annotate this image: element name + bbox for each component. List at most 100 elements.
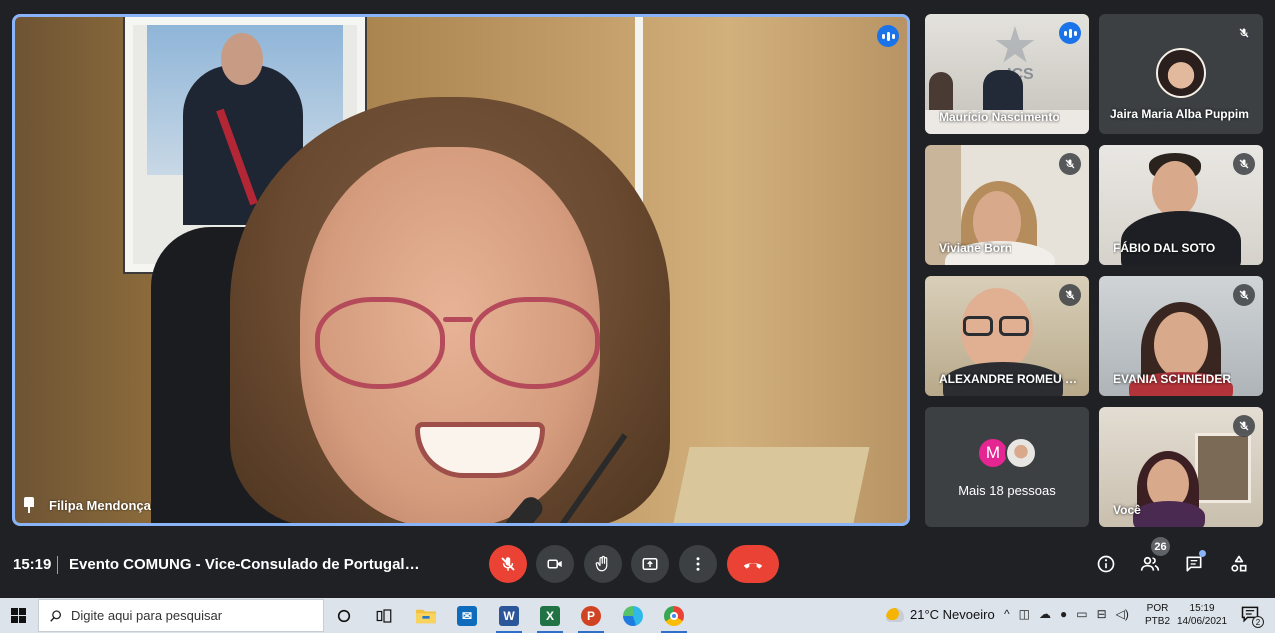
toggle-camera-button[interactable]: [536, 545, 574, 583]
search-placeholder: Digite aqui para pesquisar: [71, 608, 223, 623]
language-code: POR: [1146, 603, 1169, 614]
meeting-clock: 15:19: [13, 556, 52, 573]
hang-up-icon: [743, 563, 763, 569]
mic-off-icon: [501, 557, 515, 571]
chevron-up-icon[interactable]: ^: [1004, 607, 1010, 621]
pin-icon[interactable]: [23, 497, 35, 513]
participant-name: ALEXANDRE ROMEU LUIZ: [939, 372, 1081, 386]
participant-name: EVANIA SCHNEIDER: [1113, 372, 1232, 386]
chat-notification-dot: [1199, 550, 1206, 557]
toggle-mic-button[interactable]: [489, 545, 527, 583]
chrome-icon: [664, 605, 684, 626]
cortana-button[interactable]: [329, 602, 359, 629]
participant-name: Maurício Nascimento: [939, 110, 1060, 124]
task-view-icon: [376, 608, 392, 623]
main-participant-label: Filipa Mendonça: [23, 497, 151, 513]
person-clothes: [1133, 501, 1205, 527]
task-view-button[interactable]: [369, 602, 399, 629]
excel-icon: X: [540, 605, 560, 626]
keyboard-layout: PTB2: [1145, 616, 1171, 627]
file-explorer-icon: [416, 609, 436, 623]
chrome-button[interactable]: [659, 602, 689, 633]
mic-off-icon: [1233, 415, 1255, 437]
notification-center-button[interactable]: 2: [1240, 604, 1264, 628]
mail-button[interactable]: ✉: [452, 602, 482, 629]
people-icon: [1140, 556, 1160, 571]
leave-call-button[interactable]: [727, 545, 779, 583]
edge-button[interactable]: [618, 602, 648, 629]
onedrive-icon[interactable]: ☁: [1039, 607, 1051, 621]
start-button[interactable]: [0, 598, 36, 633]
cortana-icon: [337, 609, 351, 622]
hand-icon: [595, 555, 608, 572]
glasses-right-lens: [470, 297, 600, 389]
weather-text: 21°C Nevoeiro: [910, 607, 995, 622]
windows-logo-icon: [10, 608, 26, 623]
taskbar-date: 14/06/2021: [1177, 616, 1228, 627]
mic-off-icon: [1233, 284, 1255, 306]
search-icon: [50, 609, 62, 622]
file-explorer-button[interactable]: [411, 602, 441, 629]
weather-widget[interactable]: 21°C Nevoeiro: [886, 607, 995, 622]
mic-off-icon: [1059, 284, 1081, 306]
word-button[interactable]: W: [494, 602, 524, 633]
overflow-avatars: M: [977, 437, 1037, 469]
excel-button[interactable]: X: [535, 602, 565, 633]
activities-icon: [1231, 555, 1247, 572]
more-participants-tile[interactable]: M Mais 18 pessoas: [925, 407, 1089, 527]
activities-button[interactable]: [1226, 551, 1252, 577]
info-icon: [1097, 555, 1115, 573]
battery-icon[interactable]: ▭: [1076, 607, 1087, 621]
participant-name: Você: [1113, 503, 1141, 517]
divider: [57, 556, 58, 574]
avatar: [1156, 48, 1206, 98]
more-options-button[interactable]: [679, 545, 717, 583]
participant-tile[interactable]: EVANIA SCHNEIDER: [1099, 276, 1263, 396]
speaking-indicator-icon: [877, 25, 899, 47]
chat-icon: [1186, 556, 1202, 572]
main-participant-name: Filipa Mendonça: [49, 497, 151, 513]
notification-count: 2: [1252, 616, 1264, 628]
participant-tile[interactable]: ALEXANDRE ROMEU LUIZ: [925, 276, 1089, 396]
more-vert-icon: [696, 557, 700, 571]
participant-tile[interactable]: ICS Maurício Nascimento: [925, 14, 1089, 134]
meeting-title: Evento COMUNG - Vice-Consulado de Portug…: [69, 556, 421, 573]
glasses-bridge: [443, 317, 473, 322]
powerpoint-button[interactable]: P: [576, 602, 606, 633]
speaking-indicator-icon: [1059, 22, 1081, 44]
participant-tile[interactable]: FÁBIO DAL SOTO: [1099, 145, 1263, 265]
network-icon[interactable]: ⊟: [1097, 607, 1107, 621]
mic-off-icon: [1233, 153, 1255, 175]
glasses-icon: [963, 316, 993, 336]
mail-icon: ✉: [457, 605, 477, 626]
meeting-details-button[interactable]: [1093, 551, 1119, 577]
self-view-tile[interactable]: Você: [1099, 407, 1263, 527]
microphone-icon[interactable]: ●: [1060, 607, 1067, 621]
windows-taskbar: Digite aqui para pesquisar ✉ W X P 21°C …: [0, 598, 1275, 633]
volume-icon[interactable]: ◁): [1116, 607, 1129, 621]
meet-now-icon[interactable]: ◫: [1019, 607, 1030, 621]
taskbar-clock[interactable]: 15:19 14/06/2021: [1177, 602, 1227, 628]
participant-name: Jaira Maria Alba Puppim: [1110, 107, 1249, 121]
language-indicator[interactable]: POR PTB2: [1145, 602, 1170, 628]
powerpoint-icon: P: [581, 605, 601, 626]
mic-off-icon: [1233, 22, 1255, 44]
word-icon: W: [499, 605, 519, 626]
participant-name: Viviane Born: [939, 241, 1013, 255]
participant-tile[interactable]: Jaira Maria Alba Puppim: [1099, 14, 1263, 134]
present-screen-button[interactable]: [631, 545, 669, 583]
bookshelf: [1195, 433, 1251, 503]
partly-cloudy-icon: [886, 607, 904, 622]
edge-icon: [623, 605, 643, 626]
star-logo-icon: [995, 26, 1035, 63]
raise-hand-button[interactable]: [584, 545, 622, 583]
participants-button[interactable]: [1137, 551, 1163, 577]
main-video-tile[interactable]: Filipa Mendonça: [12, 14, 910, 526]
participant-tile[interactable]: Viviane Born: [925, 145, 1089, 265]
person-clothes: [1121, 211, 1241, 265]
system-tray: ^ ◫ ☁ ● ▭ ⊟ ◁): [1004, 607, 1129, 621]
participant-name: FÁBIO DAL SOTO: [1113, 241, 1216, 255]
taskbar-time: 15:19: [1189, 603, 1215, 614]
taskbar-search-input[interactable]: Digite aqui para pesquisar: [38, 599, 324, 632]
person-face: [1154, 312, 1208, 378]
